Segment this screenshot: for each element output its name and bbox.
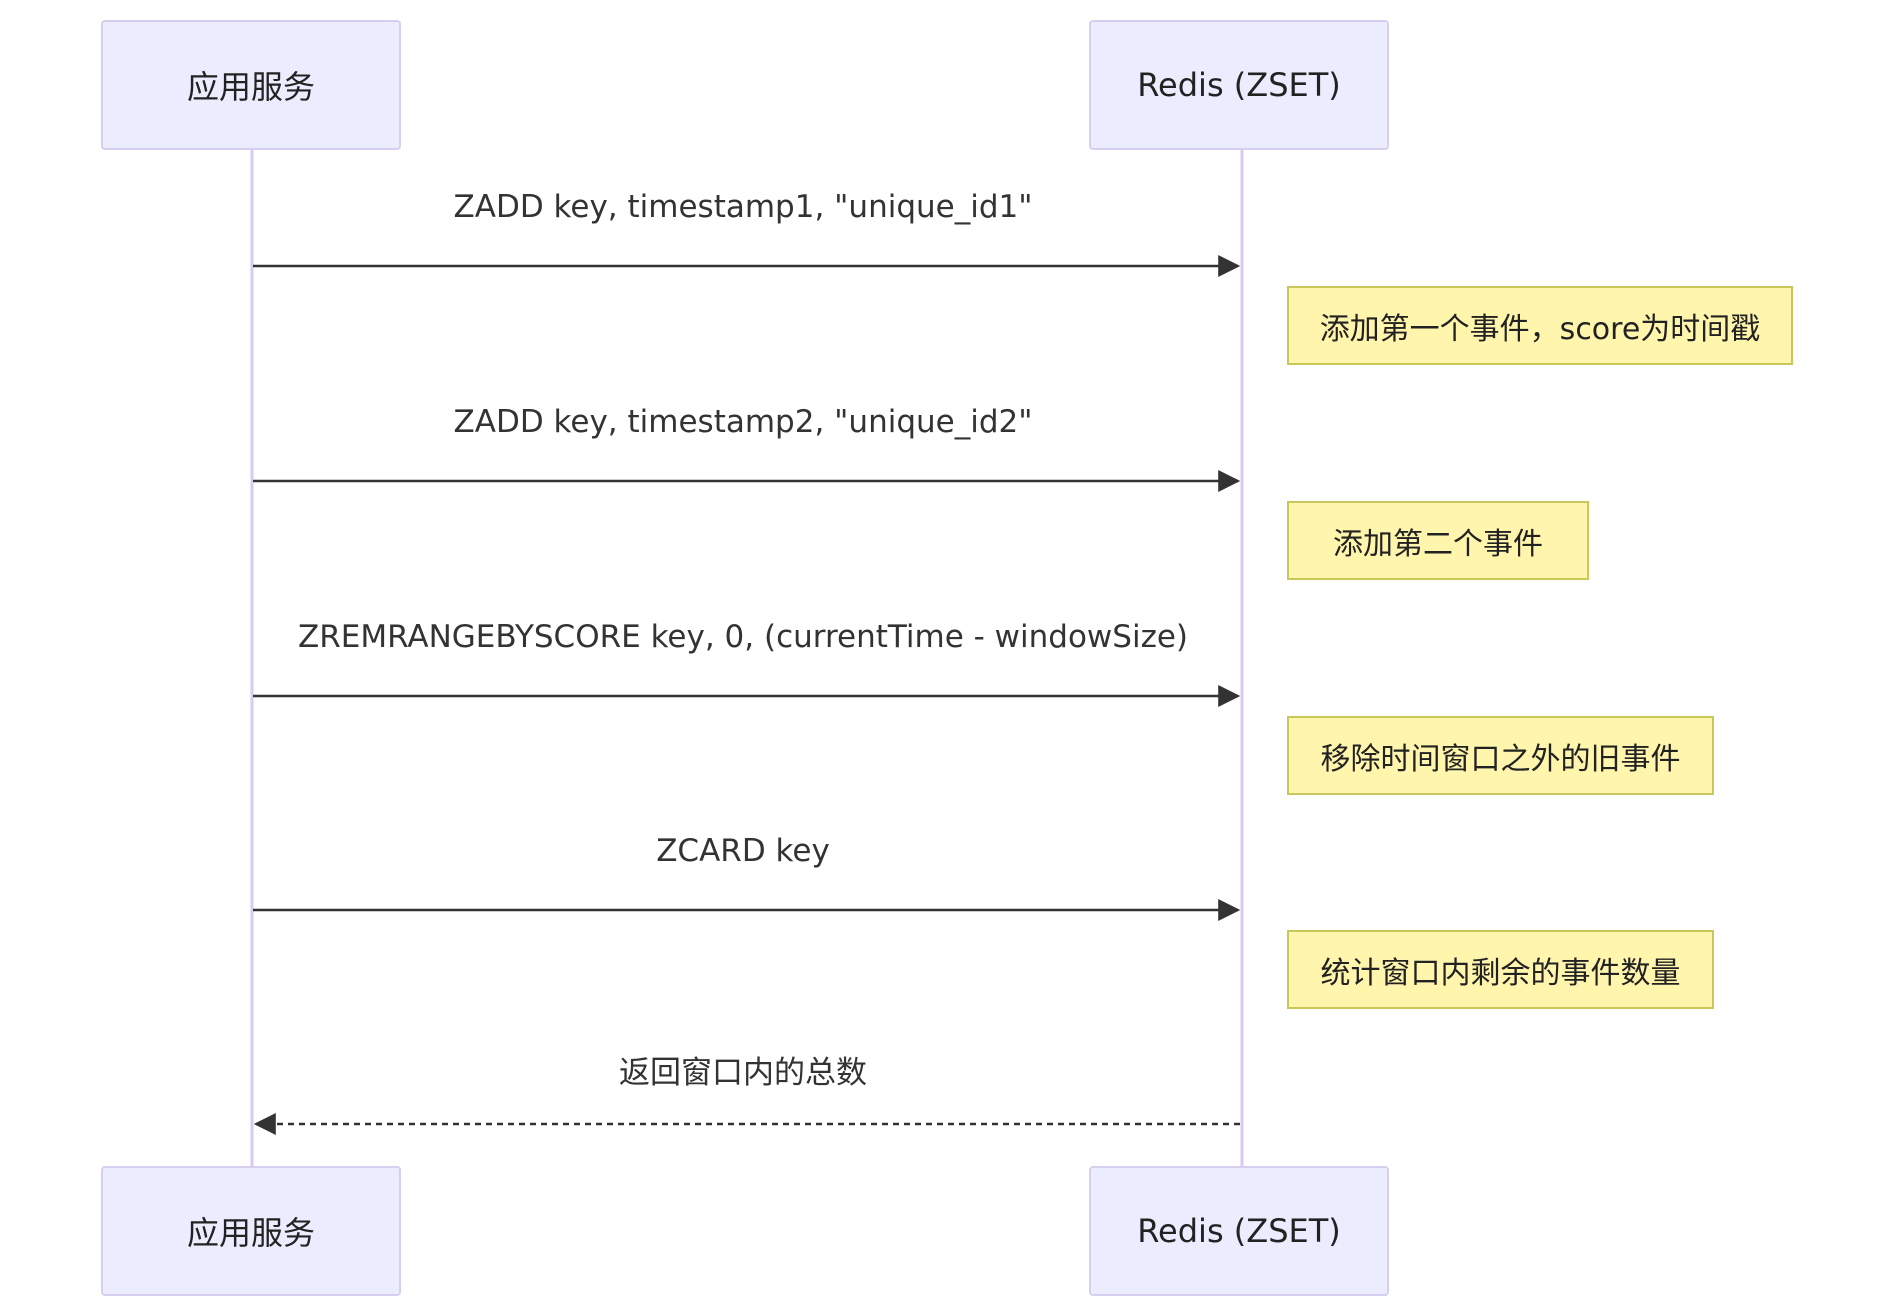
message-label-5: 返回窗口内的总数 [619, 1055, 867, 1091]
note-3: 移除时间窗口之外的旧事件 [1287, 716, 1714, 795]
participant-label: Redis (ZSET) [1137, 1212, 1341, 1250]
note-1: 添加第一个事件，score为时间戳 [1287, 286, 1793, 365]
message-label-4: ZCARD key [656, 833, 830, 869]
note-2: 添加第二个事件 [1287, 501, 1589, 580]
participant-app-top: 应用服务 [101, 20, 401, 150]
sequence-diagram: 应用服务 Redis (ZSET) ZADD key, timestamp1, … [0, 0, 1888, 1314]
participant-label: Redis (ZSET) [1137, 66, 1341, 104]
message-label-1: ZADD key, timestamp1, "unique_id1" [453, 189, 1033, 225]
participant-label: 应用服务 [186, 1214, 315, 1252]
note-4: 统计窗口内剩余的事件数量 [1287, 930, 1714, 1009]
participant-redis-top: Redis (ZSET) [1089, 20, 1389, 150]
message-label-3: ZREMRANGEBYSCORE key, 0, (currentTime - … [297, 619, 1189, 655]
participant-app-bottom: 应用服务 [101, 1166, 401, 1296]
participant-redis-bottom: Redis (ZSET) [1089, 1166, 1389, 1296]
message-label-2: ZADD key, timestamp2, "unique_id2" [453, 404, 1033, 440]
participant-label: 应用服务 [186, 68, 315, 106]
